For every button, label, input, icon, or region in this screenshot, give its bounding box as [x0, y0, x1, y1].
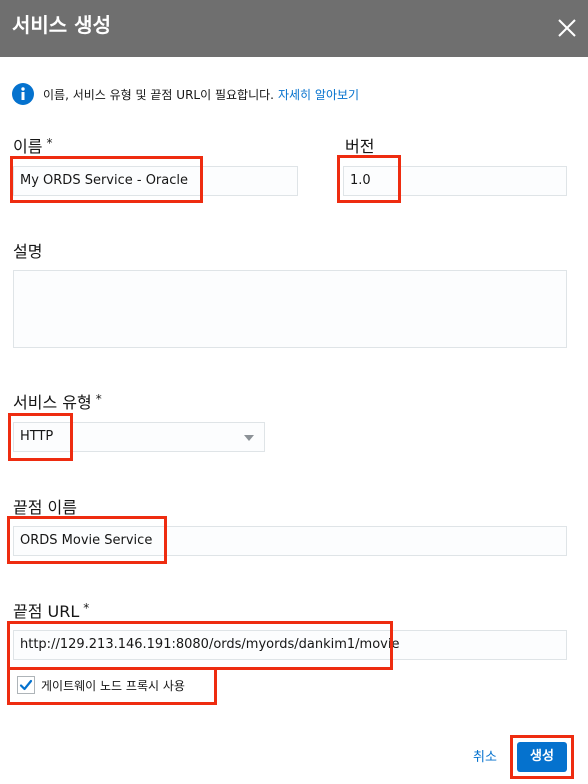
info-icon — [12, 83, 34, 105]
create-button[interactable]: 생성 — [517, 742, 567, 772]
required-mark: * — [95, 392, 102, 406]
description-textarea[interactable] — [13, 270, 567, 348]
service-type-value: HTTP — [20, 429, 54, 444]
info-text: 이름, 서비스 유형 및 끝점 URL이 필요합니다. — [43, 87, 274, 102]
version-input[interactable]: 1.0 — [343, 166, 567, 196]
service-type-select[interactable]: HTTP — [13, 422, 265, 452]
dialog-header: 서비스 생성 — [0, 0, 588, 57]
required-mark: * — [83, 601, 90, 615]
service-type-label: 서비스 유형 * — [13, 392, 102, 412]
cancel-button[interactable]: 취소 — [473, 746, 497, 765]
gateway-proxy-label: 게이트웨이 노드 프록시 사용 — [41, 678, 185, 693]
endpoint-name-input[interactable]: ORDS Movie Service — [13, 526, 567, 556]
gateway-proxy-checkbox[interactable] — [17, 676, 35, 694]
endpoint-name-label: 끝점 이름 — [13, 498, 77, 517]
learn-more-link[interactable]: 자세히 알아보기 — [278, 86, 359, 103]
checkmark-icon — [19, 679, 33, 691]
required-mark: * — [46, 136, 53, 150]
description-label: 설명 — [13, 242, 43, 261]
endpoint-url-input[interactable]: http://129.213.146.191:8080/ords/myords/… — [13, 630, 567, 660]
close-icon[interactable] — [556, 17, 578, 39]
name-label: 이름 * — [13, 136, 53, 156]
dialog-title: 서비스 생성 — [12, 13, 111, 37]
name-input[interactable]: My ORDS Service - Oracle — [13, 166, 298, 196]
endpoint-url-label: 끝점 URL * — [13, 601, 90, 621]
info-message: 이름, 서비스 유형 및 끝점 URL이 필요합니다. 자세히 알아보기 — [12, 83, 359, 105]
version-label: 버전 — [345, 137, 375, 156]
chevron-down-icon — [244, 435, 254, 441]
gateway-proxy-option[interactable]: 게이트웨이 노드 프록시 사용 — [17, 676, 185, 694]
